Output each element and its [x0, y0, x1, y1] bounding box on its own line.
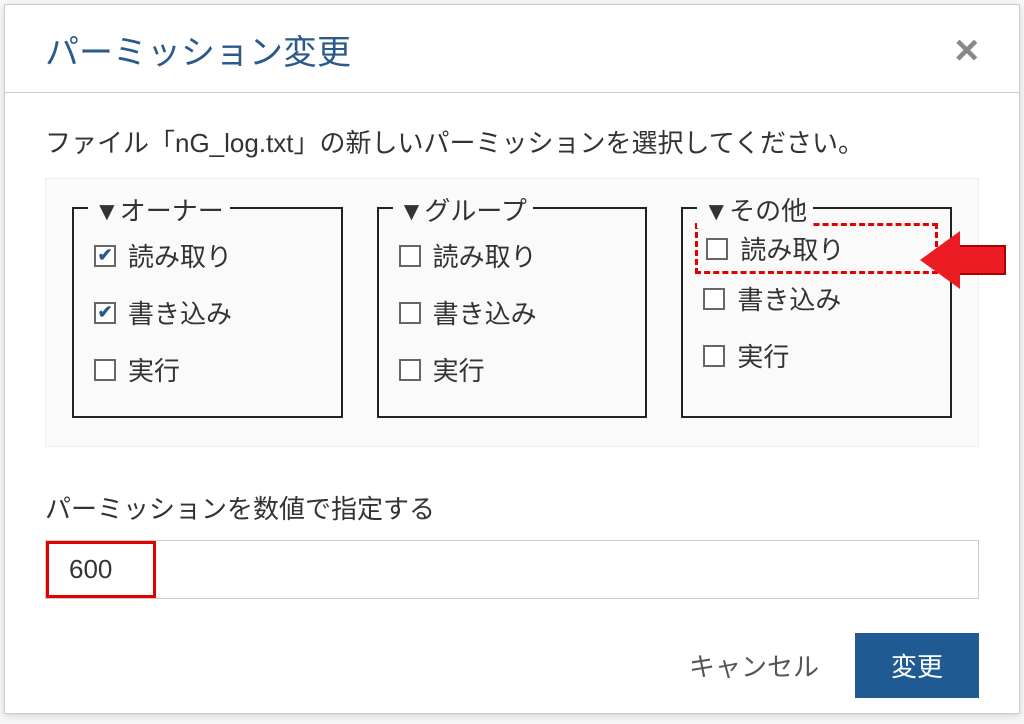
legend-other: ▼その他 [697, 191, 813, 228]
numeric-label: パーミッションを数値で指定する [45, 489, 979, 526]
prompt-text: ファイル「nG_log.txt」の新しいパーミッションを選択してください。 [45, 123, 979, 160]
permission-dialog: パーミッション変更 × ファイル「nG_log.txt」の新しいパーミッションを… [4, 4, 1020, 714]
other-execute-label: 実行 [737, 337, 789, 374]
other-execute-checkbox[interactable] [703, 345, 725, 367]
owner-execute-row[interactable]: 実行 [94, 341, 321, 398]
legend-group: ▼グループ [393, 191, 533, 228]
numeric-section: パーミッションを数値で指定する 600 [45, 489, 979, 599]
other-read-label: 読み取り [740, 230, 844, 267]
other-read-row[interactable]: 読み取り [695, 223, 938, 274]
owner-write-label: 書き込み [128, 294, 232, 331]
numeric-input-wrap: 600 [45, 540, 979, 599]
owner-read-label: 読み取り [128, 237, 232, 274]
group-execute-checkbox[interactable] [399, 359, 421, 381]
fieldset-other: ▼その他 読み取り 書き込み 実行 [681, 207, 952, 418]
fieldset-owner: ▼オーナー 読み取り 書き込み 実行 [72, 207, 343, 418]
owner-execute-label: 実行 [128, 351, 180, 388]
submit-button[interactable]: 変更 [855, 633, 979, 698]
group-write-row[interactable]: 書き込み [399, 284, 626, 341]
fieldset-group: ▼グループ 読み取り 書き込み 実行 [377, 207, 648, 418]
other-write-label: 書き込み [737, 280, 841, 317]
other-write-checkbox[interactable] [703, 288, 725, 310]
group-read-label: 読み取り [433, 237, 537, 274]
group-read-row[interactable]: 読み取り [399, 227, 626, 284]
dialog-body: ファイル「nG_log.txt」の新しいパーミッションを選択してください。 ▼オ… [5, 93, 1019, 609]
legend-owner: ▼オーナー [88, 191, 230, 228]
owner-read-row[interactable]: 読み取り [94, 227, 321, 284]
group-execute-row[interactable]: 実行 [399, 341, 626, 398]
owner-execute-checkbox[interactable] [94, 359, 116, 381]
dialog-title: パーミッション変更 [45, 25, 351, 74]
numeric-input[interactable]: 600 [46, 541, 156, 598]
group-write-label: 書き込み [433, 294, 537, 331]
close-icon[interactable]: × [954, 29, 979, 71]
dialog-header: パーミッション変更 × [5, 5, 1019, 93]
other-read-checkbox[interactable] [706, 238, 728, 260]
dialog-footer: キャンセル 変更 [5, 609, 1019, 724]
owner-read-checkbox[interactable] [94, 245, 116, 267]
other-write-row[interactable]: 書き込み [703, 270, 930, 327]
owner-write-checkbox[interactable] [94, 302, 116, 324]
cancel-button[interactable]: キャンセル [689, 647, 819, 684]
permission-panels: ▼オーナー 読み取り 書き込み 実行 ▼グループ [45, 178, 979, 447]
group-read-checkbox[interactable] [399, 245, 421, 267]
group-execute-label: 実行 [433, 351, 485, 388]
owner-write-row[interactable]: 書き込み [94, 284, 321, 341]
other-execute-row[interactable]: 実行 [703, 327, 930, 384]
group-write-checkbox[interactable] [399, 302, 421, 324]
